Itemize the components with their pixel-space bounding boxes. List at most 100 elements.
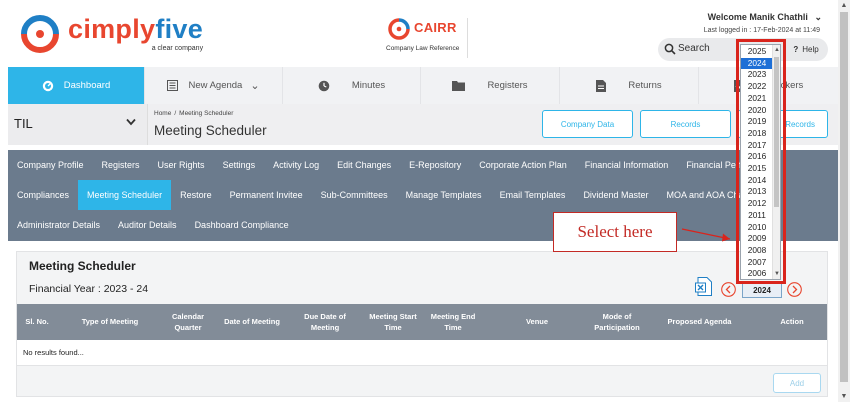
company-select[interactable]: TIL: [8, 104, 148, 145]
column-header: Sl. No.: [25, 317, 49, 327]
subnav-item-company-profile[interactable]: Company Profile: [8, 150, 93, 180]
breadcrumb-current: Meeting Scheduler: [179, 110, 234, 117]
document-icon: [596, 79, 607, 92]
breadcrumb-home[interactable]: Home: [154, 110, 171, 117]
tab-returns[interactable]: Returns: [560, 67, 699, 104]
brand-name-accent: five: [155, 14, 204, 44]
tab-label: Registers: [487, 80, 528, 91]
help-icon: ?: [793, 45, 799, 54]
last-login-text: Last logged in : 17-Feb-2024 at 11:49: [703, 27, 820, 34]
tab-label: New Agenda: [188, 80, 243, 91]
page-scrollbar[interactable]: ▲ ▼: [838, 0, 850, 402]
subnav-item-corporate-action-plan[interactable]: Corporate Action Plan: [470, 150, 576, 180]
cairr-title: CAIRR: [414, 20, 457, 35]
column-header: Proposed Agenda: [667, 317, 732, 327]
subnav-item-email-templates[interactable]: Email Templates: [491, 180, 575, 210]
subnav-item-restore[interactable]: Restore: [171, 180, 221, 210]
main-navigation: Dashboard New Agenda ⌄ Minutes Registers: [8, 67, 838, 104]
folder-icon: [452, 80, 466, 91]
column-header: Venue: [525, 317, 549, 327]
subnav-item-manage-templates[interactable]: Manage Templates: [397, 180, 491, 210]
subnav-item-dividend-master[interactable]: Dividend Master: [574, 180, 657, 210]
chevron-down-icon: ⌄: [814, 12, 822, 22]
tab-new-agenda[interactable]: New Agenda ⌄: [145, 67, 283, 104]
column-header: Calendar Quarter: [171, 311, 205, 332]
scroll-down-icon[interactable]: ▼: [838, 391, 850, 402]
chevron-down-icon: ⌄: [250, 80, 260, 92]
subnav-row-3: Administrator Details Auditor Details Da…: [8, 210, 298, 240]
clock-icon: [318, 80, 330, 92]
chevron-down-icon: [126, 118, 136, 126]
tab-label: Minutes: [351, 80, 386, 91]
top-header: cimplyfive a clear company CAIRR Company…: [0, 0, 838, 67]
records-button[interactable]: Records: [640, 110, 731, 138]
subnav-item-permanent-invitee[interactable]: Permanent Invitee: [221, 180, 312, 210]
tab-label: Returns: [628, 80, 662, 91]
search-label: Search: [678, 43, 710, 54]
subnav-item-administrator-details[interactable]: Administrator Details: [8, 210, 109, 240]
subnav-item-e-repository[interactable]: E-Repository: [400, 150, 470, 180]
company-data-button[interactable]: Company Data: [542, 110, 633, 138]
page: cimplyfive a clear company CAIRR Company…: [0, 0, 850, 402]
scroll-up-icon[interactable]: ▲: [838, 0, 850, 11]
subnav-item-auditor-details[interactable]: Auditor Details: [109, 210, 186, 240]
help-label: Help: [802, 45, 819, 54]
column-header: Date of Meeting: [224, 317, 280, 327]
tab-minutes[interactable]: Minutes: [283, 67, 421, 104]
year-select[interactable]: 2024: [742, 283, 782, 298]
cimplyfive-logo-mark: [21, 15, 59, 53]
subnav-item-activity-log[interactable]: Activity Log: [264, 150, 328, 180]
column-header: Mode of Participation: [594, 311, 640, 332]
subnav-item-sub-committees[interactable]: Sub-Committees: [312, 180, 397, 210]
subnav-item-dashboard-compliance[interactable]: Dashboard Compliance: [186, 210, 298, 240]
page-scroll-thumb[interactable]: [840, 12, 848, 382]
subnav-item-meeting-scheduler[interactable]: Meeting Scheduler: [78, 180, 172, 210]
column-header: Action: [780, 317, 804, 327]
search-icon: [664, 43, 676, 55]
cairr-logo[interactable]: CAIRR Company Law Reference: [386, 18, 468, 58]
empty-message: No results found...: [23, 348, 84, 357]
excel-export-icon[interactable]: [695, 277, 712, 296]
table-header: Sl. No. Type of Meeting Calendar Quarter…: [17, 304, 827, 340]
page-title: Meeting Scheduler: [154, 123, 267, 138]
company-name: TIL: [14, 116, 33, 131]
breadcrumb-separator: /: [174, 110, 177, 117]
meeting-scheduler-panel: Meeting Scheduler Financial Year : 2023 …: [16, 251, 828, 397]
dashboard-icon: [42, 80, 54, 92]
previous-year-icon[interactable]: [721, 282, 736, 297]
subnav-row-1: Company Profile Registers User Rights Se…: [8, 150, 785, 180]
subnav-item-registers[interactable]: Registers: [93, 150, 149, 180]
column-header: Type of Meeting: [81, 317, 139, 327]
agenda-icon: [167, 80, 179, 91]
next-year-icon[interactable]: [787, 282, 802, 297]
column-header: Due Date of Meeting: [304, 311, 346, 332]
cimplyfive-logo[interactable]: cimplyfive a clear company: [20, 14, 203, 54]
help-button[interactable]: ? Help: [785, 40, 827, 59]
brand-tagline: a clear company: [151, 45, 204, 52]
brand-name: cimplyfive: [68, 14, 204, 44]
tab-registers[interactable]: Registers: [421, 67, 560, 104]
title-bar: TIL Home / Meeting Scheduler Meeting Sched…: [8, 104, 838, 145]
subnav-item-settings[interactable]: Settings: [214, 150, 265, 180]
annotation-arrow-icon: [681, 228, 731, 242]
breadcrumb: Home / Meeting Scheduler: [154, 110, 233, 117]
financial-year-label: Financial Year : 2023 - 24: [29, 283, 149, 295]
user-menu[interactable]: Welcome Manik Chathli ⌄: [708, 12, 822, 23]
tab-label: Dashboard: [63, 80, 111, 91]
subnav-row-2: Compliances Meeting Scheduler Restore Pe…: [8, 180, 772, 210]
annotation-highlight-box: [736, 39, 786, 284]
panel-title: Meeting Scheduler: [29, 259, 136, 273]
column-header: Meeting End Time: [430, 311, 476, 332]
subnav-item-financial-information[interactable]: Financial Information: [576, 150, 678, 180]
subnav-item-edit-changes[interactable]: Edit Changes: [328, 150, 400, 180]
cairr-logo-mark: [388, 18, 410, 40]
welcome-text: Welcome Manik Chathli: [707, 12, 808, 22]
tab-dashboard[interactable]: Dashboard: [8, 67, 145, 104]
subnav-item-user-rights[interactable]: User Rights: [149, 150, 214, 180]
table-body: No results found...: [17, 340, 827, 366]
cairr-subtitle: Company Law Reference: [386, 45, 460, 52]
subnav-item-compliances[interactable]: Compliances: [8, 180, 78, 210]
annotation-callout: Select here: [553, 212, 677, 252]
add-button[interactable]: Add: [773, 373, 821, 393]
column-header: Meeting Start Time: [369, 311, 417, 332]
